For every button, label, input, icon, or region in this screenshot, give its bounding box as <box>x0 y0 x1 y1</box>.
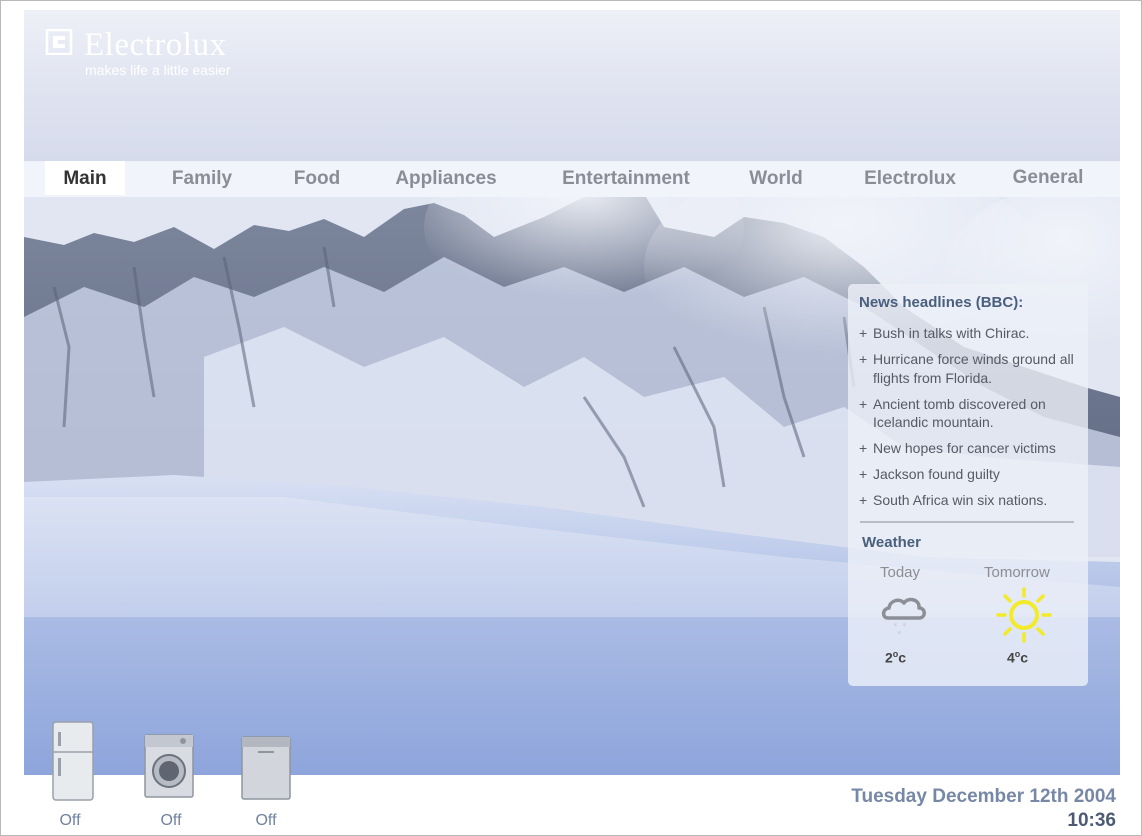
electrolux-logo-icon <box>45 29 73 55</box>
svg-text:*: * <box>902 622 907 632</box>
brand-name: Electrolux <box>84 27 227 63</box>
tab-general[interactable]: General <box>1004 160 1092 194</box>
news-item[interactable]: + Jackson found guilty <box>859 465 1081 484</box>
news-bullet: + <box>859 440 868 456</box>
weather-tomorrow-label: Tomorrow <box>984 564 1050 581</box>
news-item[interactable]: + New hopes for cancer victims <box>859 439 1081 458</box>
washing-machine-icon[interactable] <box>143 733 195 799</box>
washing-machine-status: Off <box>160 812 182 829</box>
weather-tomorrow-temp: 4oc <box>1007 649 1028 666</box>
fridge-status: Off <box>59 812 81 829</box>
news-headline: Jackson found guilty <box>873 466 1000 482</box>
dishwasher-status: Off <box>255 812 277 829</box>
tab-world[interactable]: World <box>736 161 816 195</box>
snow-cloud-icon: * ** <box>881 597 926 640</box>
weather-today-temp: 2oc <box>885 649 906 666</box>
dishwasher-icon[interactable] <box>240 735 292 801</box>
news-bullet: + <box>859 492 868 508</box>
tab-food[interactable]: Food <box>277 161 357 195</box>
news-headline: Ancient tomb discovered on Icelandic mou… <box>873 395 1046 431</box>
weather-title: Weather <box>862 534 921 551</box>
tomorrow-temp-value: 4 <box>1007 649 1015 666</box>
news-headline: South Africa win six nations. <box>873 492 1048 508</box>
tomorrow-temp-unit: c <box>1020 649 1029 666</box>
sun-icon <box>996 587 1052 643</box>
news-headline: New hopes for cancer victims <box>873 440 1056 456</box>
main-nav: Main Family Food Appliances Entertainmen… <box>24 161 1120 197</box>
news-headline: Bush in talks with Chirac. <box>873 325 1030 341</box>
tab-electrolux[interactable]: Electrolux <box>854 161 966 195</box>
news-headline: Hurricane force winds ground all flights… <box>873 351 1074 386</box>
news-bullet: + <box>859 395 868 412</box>
news-list: + Bush in talks with Chirac. + Hurricane f… <box>859 324 1081 510</box>
panel-divider <box>860 521 1074 523</box>
brand-tagline: makes life a little easier <box>85 62 231 78</box>
tab-appliances[interactable]: Appliances <box>386 161 506 195</box>
news-item[interactable]: + Ancient tomb discovered on Icelandic mo… <box>859 395 1081 432</box>
current-date: Tuesday December 12th 2004 <box>851 786 1116 807</box>
tab-main[interactable]: Main <box>45 161 125 195</box>
weather-today-label: Today <box>880 564 921 581</box>
news-item[interactable]: + South Africa win six nations. <box>859 491 1081 510</box>
tab-entertainment[interactable]: Entertainment <box>551 161 701 195</box>
news-bullet: + <box>859 466 868 482</box>
news-item[interactable]: + Hurricane force winds ground all flight… <box>859 350 1081 387</box>
info-panel: News headlines (BBC): + Bush in talks wit… <box>848 284 1088 686</box>
news-title: News headlines (BBC): <box>859 294 1024 311</box>
fridge-icon[interactable] <box>50 720 96 802</box>
news-item[interactable]: + Bush in talks with Chirac. <box>859 324 1081 343</box>
news-bullet: + <box>859 351 868 367</box>
today-temp-value: 2 <box>885 649 893 666</box>
today-temp-unit: c <box>898 649 907 666</box>
tab-family[interactable]: Family <box>162 161 242 195</box>
current-time: 10:36 <box>1067 810 1116 831</box>
svg-text:*: * <box>897 630 902 640</box>
news-bullet: + <box>859 325 868 341</box>
